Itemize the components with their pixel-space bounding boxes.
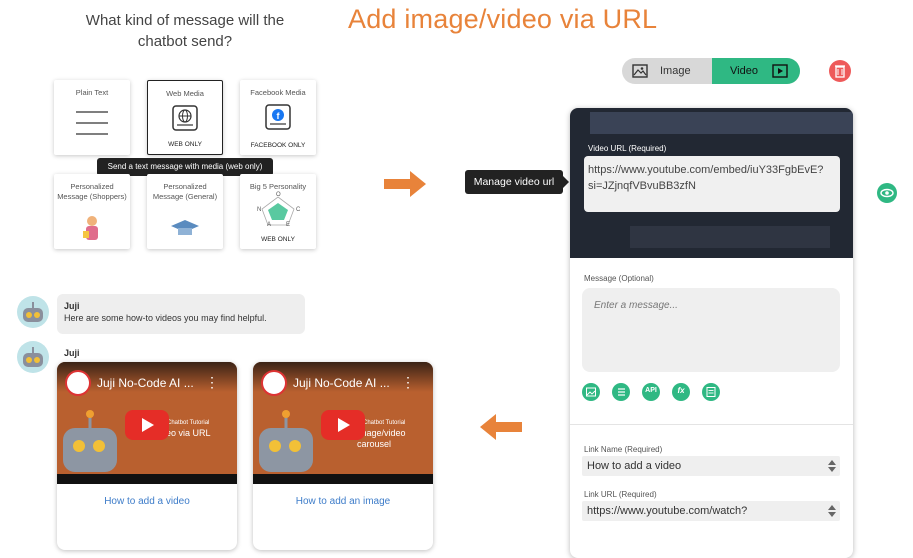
section-divider: [570, 424, 853, 425]
type-card-label: Personalized Message (Shoppers): [57, 182, 127, 201]
image-icon: [632, 64, 648, 78]
channel-logo-icon: [65, 370, 91, 396]
video-overlay-small: Chatbot Tutorial: [167, 420, 210, 426]
channel-logo-icon: [261, 370, 287, 396]
graduation-cap-icon: [171, 220, 199, 235]
big5-letter: O: [276, 192, 281, 198]
image-icon: [586, 387, 596, 397]
arrow-left-icon: [480, 414, 522, 440]
video-option[interactable]: Video: [712, 58, 800, 84]
spinner-icon[interactable]: [828, 504, 836, 518]
trash-icon: [835, 65, 845, 78]
arrow-right-icon: [384, 171, 426, 197]
spinner-icon[interactable]: [828, 459, 836, 473]
more-options-icon[interactable]: ⋮: [205, 374, 219, 391]
bot-message-bubble: Juji Here are some how-to videos you may…: [57, 294, 305, 334]
message-input[interactable]: Enter a message...: [582, 288, 840, 372]
eye-icon: [880, 188, 894, 198]
robot-icon: [23, 302, 43, 322]
video-url-input[interactable]: https://www.youtube.com/embed/iuY33FgbEv…: [584, 156, 840, 212]
play-button-icon[interactable]: [125, 410, 169, 440]
video-title: Juji No-Code AI ...: [293, 376, 390, 390]
type-card-facebook-media[interactable]: Facebook Media f FACEBOOK ONLY: [240, 80, 316, 155]
text-lines-icon: [76, 111, 108, 135]
video-editor-panel: Video URL (Required) https://www.youtube…: [570, 108, 853, 558]
big5-letter: N: [257, 207, 262, 213]
video-card[interactable]: Juji No-Code AI ... ⋮ Chatbot Tutorial d…: [57, 362, 237, 550]
video-play-icon: [772, 64, 788, 78]
bot-name: Juji: [64, 348, 80, 358]
type-card-sub: WEB ONLY: [168, 141, 202, 148]
bot-message-text: Here are some how-to videos you may find…: [64, 313, 267, 323]
type-card-personalized-shoppers[interactable]: Personalized Message (Shoppers): [54, 174, 130, 249]
play-button-icon[interactable]: [321, 410, 365, 440]
pentagon-chart-icon: [261, 196, 295, 226]
form-tool-icon[interactable]: [702, 383, 720, 401]
type-card-label: Web Media: [166, 89, 204, 98]
bot-name: Juji: [64, 301, 80, 311]
bot-avatar: [17, 296, 49, 328]
robot-icon: [23, 347, 43, 367]
type-card-label: Facebook Media: [250, 88, 306, 97]
link-url-label: Link URL (Required): [584, 490, 657, 499]
api-tool-text: API: [645, 387, 657, 394]
type-card-plain-text[interactable]: Plain Text: [54, 80, 130, 155]
type-question: What kind of message will the chatbot se…: [85, 12, 285, 50]
facebook-icon: f: [265, 104, 291, 130]
video-card[interactable]: Juji No-Code AI ... ⋮ Chatbot Tutorial i…: [253, 362, 433, 550]
function-tool-text: fx: [677, 386, 685, 395]
more-options-icon[interactable]: ⋮: [401, 374, 415, 391]
globe-icon: [172, 105, 198, 131]
video-overlay-small: Chatbot Tutorial: [363, 420, 406, 426]
type-card-label: Personalized Message (General): [152, 182, 218, 201]
image-option[interactable]: Image: [622, 58, 712, 84]
function-tool-icon[interactable]: fx: [672, 383, 690, 401]
video-option-label: Video: [730, 65, 758, 77]
image-tool-icon[interactable]: [582, 383, 600, 401]
video-url-label: Video URL (Required): [588, 144, 667, 153]
media-type-toggle[interactable]: Image Video: [622, 58, 800, 84]
api-tool-icon[interactable]: API: [642, 383, 660, 401]
big5-letter: E: [286, 222, 291, 228]
big5-letter: C: [296, 207, 301, 213]
type-card-web-media[interactable]: Web Media WEB ONLY: [147, 80, 223, 155]
type-card-label: Big 5 Personality: [249, 182, 307, 191]
bot-avatar: [17, 341, 49, 373]
type-card-sub: FACEBOOK ONLY: [250, 142, 306, 149]
form-icon: [706, 387, 716, 397]
delete-icon[interactable]: [829, 60, 851, 82]
video-title: Juji No-Code AI ...: [97, 376, 194, 390]
type-card-big5-personality[interactable]: Big 5 Personality O N C A E WEB ONLY: [240, 174, 316, 249]
big5-letter: A: [267, 222, 272, 228]
link-url-input[interactable]: https://www.youtube.com/watch?: [582, 501, 840, 521]
type-card-personalized-general[interactable]: Personalized Message (General): [147, 174, 223, 249]
shopper-icon: [83, 216, 98, 240]
image-option-label: Image: [660, 65, 691, 77]
page-headline: Add image/video via URL: [348, 4, 658, 34]
type-card-sub: WEB ONLY: [261, 236, 295, 243]
link-url-value: https://www.youtube.com/watch?: [587, 505, 748, 517]
message-label: Message (Optional): [584, 274, 654, 283]
video-link[interactable]: How to add a video: [57, 496, 237, 507]
preview-eye-icon[interactable]: [877, 183, 897, 203]
manage-video-url-tag: Manage video url: [465, 170, 569, 194]
video-overlay-text: image/video carousel: [357, 428, 406, 449]
link-name-input[interactable]: How to add a video: [582, 456, 840, 476]
link-name-value: How to add a video: [587, 460, 682, 472]
list-tool-icon[interactable]: [612, 383, 630, 401]
type-card-label: Plain Text: [75, 88, 109, 97]
list-icon: [618, 388, 625, 396]
video-preview: Video URL (Required) https://www.youtube…: [570, 108, 853, 258]
video-link[interactable]: How to add an image: [253, 496, 433, 507]
link-name-label: Link Name (Required): [584, 445, 663, 454]
